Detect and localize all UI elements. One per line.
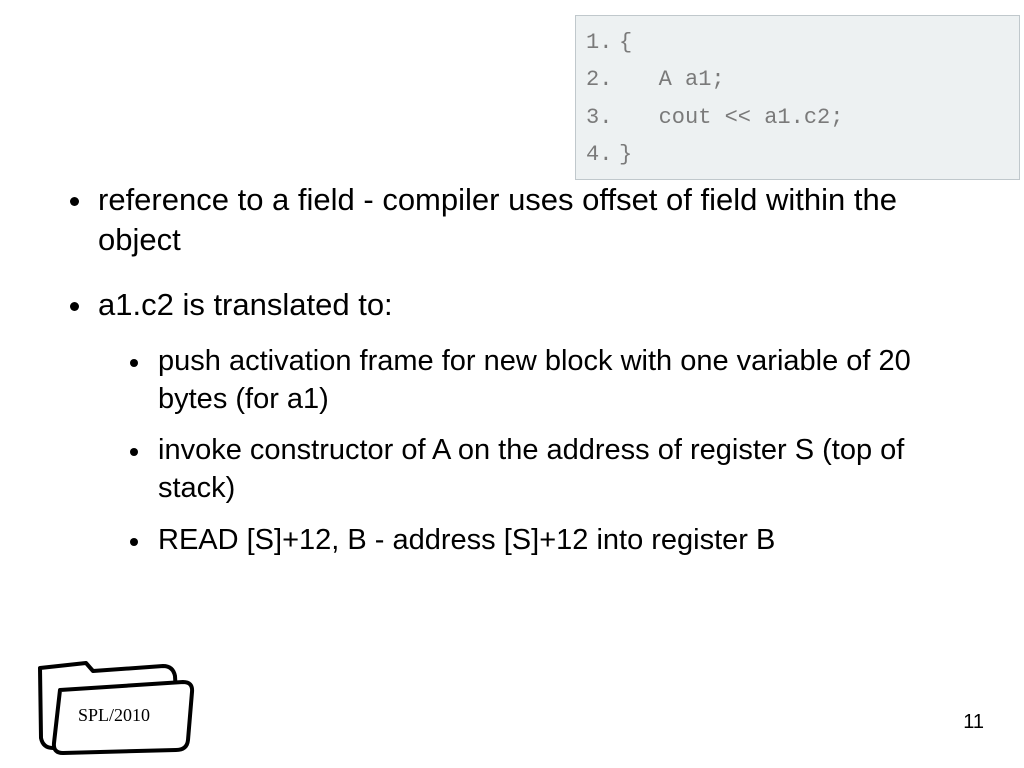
- line-number: 2.: [586, 61, 612, 98]
- code-snippet-box: 1. { 2. A a1; 3. cout << a1.c2; 4.}: [575, 15, 1020, 180]
- code-text: }: [619, 142, 632, 167]
- code-text: cout << a1.c2;: [619, 105, 843, 130]
- line-number: 3.: [586, 99, 612, 136]
- code-line: 3. cout << a1.c2;: [586, 99, 1009, 136]
- sub-bullet-text: READ [S]+12, B - address [S]+12 into reg…: [158, 524, 775, 556]
- sub-bullet-item: invoke constructor of A on the address o…: [98, 432, 970, 507]
- footer-label: SPL/2010: [78, 705, 150, 726]
- code-line: 1. {: [586, 24, 1009, 61]
- line-number: 4.: [586, 136, 612, 173]
- code-line: 2. A a1;: [586, 61, 1009, 98]
- slide-content: reference to a field - compiler uses off…: [70, 180, 970, 583]
- bullet-text: a1.c2 is translated to:: [98, 287, 393, 322]
- sub-bullet-list: push activation frame for new block with…: [98, 343, 970, 559]
- page-number: 11: [963, 711, 984, 734]
- sub-bullet-text: invoke constructor of A on the address o…: [158, 434, 904, 504]
- code-text: A a1;: [619, 67, 725, 92]
- sub-bullet-text: push activation frame for new block with…: [158, 345, 911, 415]
- bullet-item: a1.c2 is translated to: push activation …: [70, 285, 970, 560]
- bullet-list: reference to a field - compiler uses off…: [70, 180, 970, 559]
- bullet-item: reference to a field - compiler uses off…: [70, 180, 970, 261]
- sub-bullet-item: push activation frame for new block with…: [98, 343, 970, 418]
- code-text: {: [619, 30, 632, 55]
- bullet-text: reference to a field - compiler uses off…: [98, 182, 897, 257]
- line-number: 1.: [586, 24, 612, 61]
- code-line: 4.}: [586, 136, 1009, 173]
- sub-bullet-item: READ [S]+12, B - address [S]+12 into reg…: [98, 522, 970, 560]
